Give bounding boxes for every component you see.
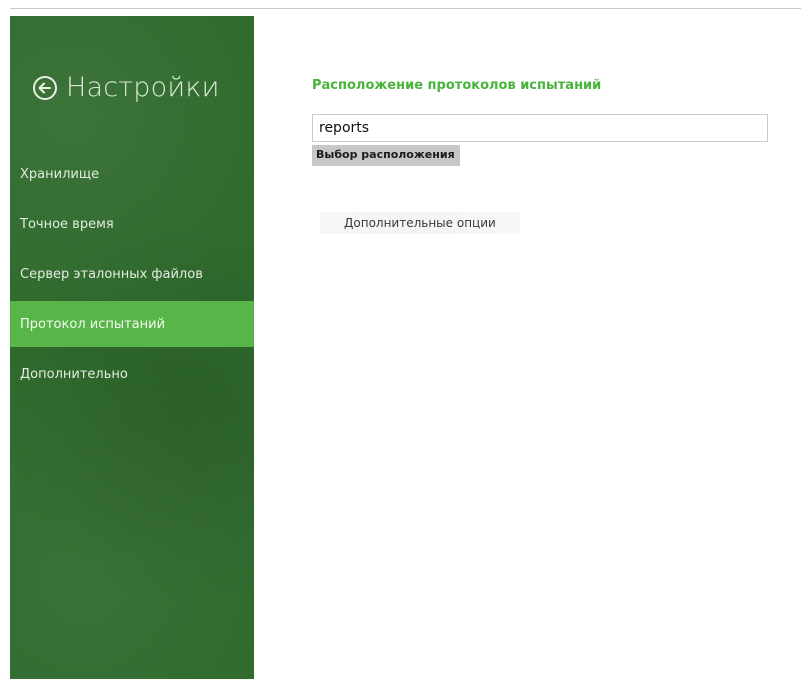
- sidebar-item-test-report[interactable]: Протокол испытаний: [10, 301, 254, 347]
- sidebar-item-reference-server[interactable]: Сервер эталонных файлов: [10, 251, 254, 297]
- extra-options-button[interactable]: Дополнительные опции: [320, 212, 520, 234]
- sidebar-item-time[interactable]: Точное время: [10, 201, 254, 247]
- arrow-left-circle-icon: [33, 75, 57, 100]
- sidebar-item-storage[interactable]: Хранилище: [10, 151, 254, 197]
- sidebar: Настройки Хранилище Точное время Сервер …: [10, 16, 254, 679]
- sidebar-item-advanced[interactable]: Дополнительно: [10, 351, 254, 397]
- section-title: Расположение протоколов испытаний: [312, 78, 602, 93]
- sidebar-nav: Хранилище Точное время Сервер эталонных …: [10, 151, 254, 397]
- back-button[interactable]: Настройки: [32, 72, 220, 103]
- report-path-input[interactable]: [312, 114, 768, 142]
- window-frame-top: [10, 8, 801, 9]
- choose-location-button[interactable]: Выбор расположения: [312, 145, 460, 166]
- main-content: Расположение протоколов испытаний Выбор …: [312, 78, 768, 166]
- settings-title: Настройки: [66, 72, 220, 103]
